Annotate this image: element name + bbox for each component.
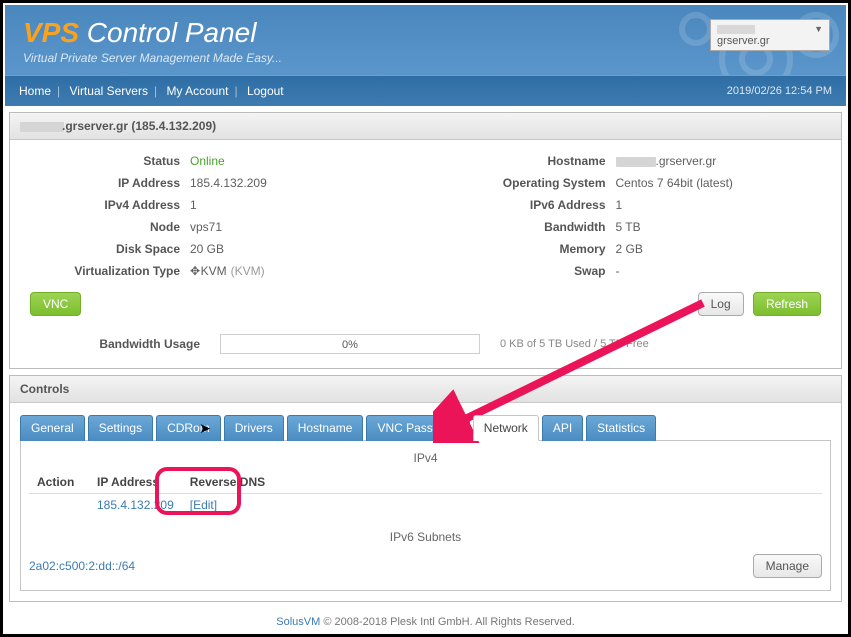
table-row: 185.4.132.209 [Edit]	[29, 494, 822, 517]
label-ip: IP Address	[20, 172, 180, 194]
main-navbar: Home| Virtual Servers| My Account| Logou…	[5, 75, 846, 106]
bandwidth-usage-pct: 0%	[221, 335, 479, 355]
ipv6-subnet-link[interactable]: 2a02:c500:2:dd::/64	[29, 559, 135, 573]
value-ip: 185.4.132.209	[190, 172, 406, 194]
nav-links: Home| Virtual Servers| My Account| Logou…	[19, 84, 284, 98]
value-node: vps71	[190, 216, 406, 238]
value-status: Online	[190, 154, 225, 168]
footer-brand-link[interactable]: SolusVM	[276, 616, 320, 628]
tab-api[interactable]: API	[542, 415, 583, 441]
info-left-column: Status Online IP Address 185.4.132.209 IPv…	[20, 150, 406, 282]
col-ip: IP Address	[89, 471, 182, 494]
tab-settings[interactable]: Settings	[88, 415, 153, 441]
value-ipv4: 1	[190, 194, 406, 216]
log-button[interactable]: Log	[698, 292, 744, 316]
server-info-header: .grserver.gr (185.4.132.209)	[10, 113, 841, 140]
server-select-dropdown[interactable]: grserver.gr	[710, 19, 830, 51]
label-status: Status	[20, 150, 180, 172]
footer-rest: © 2008-2018 Plesk Intl GmbH. All Rights …	[320, 616, 575, 628]
col-action: Action	[29, 471, 89, 494]
redacted-text	[717, 25, 755, 34]
value-memory: 2 GB	[616, 238, 832, 260]
tab-hostname[interactable]: Hostname	[287, 415, 364, 441]
label-bandwidth: Bandwidth	[446, 216, 606, 238]
tab-network[interactable]: Network	[473, 415, 539, 441]
controls-panel: Controls General Settings CDRom Drivers …	[9, 375, 842, 602]
info-right-column: Hostname .grserver.gr Operating System Cen…	[446, 150, 832, 282]
bandwidth-usage-label: Bandwidth Usage	[80, 337, 200, 351]
app-subtitle: Virtual Private Server Management Made E…	[23, 51, 828, 65]
col-rdns: Reverse DNS	[182, 471, 822, 494]
ipv4-section-title: IPv4	[29, 447, 822, 471]
app-title-vps: VPS	[23, 17, 79, 48]
server-ip-paren: (185.4.132.209)	[128, 119, 216, 133]
tab-cdrom[interactable]: CDRom	[156, 415, 221, 441]
value-ipv6: 1	[616, 194, 832, 216]
tab-statistics[interactable]: Statistics	[586, 415, 656, 441]
rdns-edit-link[interactable]: [Edit]	[190, 498, 217, 512]
label-ipv6: IPv6 Address	[446, 194, 606, 216]
manage-button[interactable]: Manage	[753, 554, 822, 578]
label-swap: Swap	[446, 260, 606, 282]
nav-datetime: 2019/02/26 12:54 PM	[727, 85, 832, 97]
controls-header: Controls	[10, 376, 841, 403]
redacted-text	[616, 157, 656, 167]
ipv6-section-title: IPv6 Subnets	[29, 526, 822, 550]
label-node: Node	[20, 216, 180, 238]
redacted-text	[20, 122, 64, 132]
label-memory: Memory	[446, 238, 606, 260]
page-footer: SolusVM © 2008-2018 Plesk Intl GmbH. All…	[5, 608, 846, 632]
vnc-button[interactable]: VNC	[30, 292, 81, 316]
app-title-rest: Control Panel	[79, 17, 256, 48]
value-os: Centos 7 64bit (latest)	[616, 172, 832, 194]
value-virt-sub: (KVM)	[231, 264, 265, 278]
refresh-button[interactable]: Refresh	[753, 292, 821, 316]
nav-logout[interactable]: Logout	[247, 84, 284, 98]
label-os: Operating System	[446, 172, 606, 194]
ipv4-table: Action IP Address Reverse DNS 185.4.132.…	[29, 471, 822, 516]
label-ipv4: IPv4 Address	[20, 194, 180, 216]
server-info-panel: .grserver.gr (185.4.132.209) Status Onlin…	[9, 112, 842, 369]
nav-virtual-servers[interactable]: Virtual Servers	[69, 84, 147, 98]
value-bandwidth: 5 TB	[616, 216, 832, 238]
tab-general[interactable]: General	[20, 415, 85, 441]
server-select-suffix: grserver.gr	[717, 35, 770, 47]
value-virt-type: KVM	[201, 264, 227, 278]
nav-home[interactable]: Home	[19, 84, 51, 98]
controls-tabs: General Settings CDRom Drivers Hostname …	[20, 415, 831, 441]
app-title: VPS Control Panel	[23, 17, 828, 49]
value-hostname-suffix: .grserver.gr	[656, 154, 717, 168]
tab-drivers[interactable]: Drivers	[224, 415, 284, 441]
network-tab-pane: IPv4 Action IP Address Reverse DNS 185.4…	[20, 440, 831, 591]
label-disk: Disk Space	[20, 238, 180, 260]
label-hostname: Hostname	[446, 150, 606, 172]
app-header: VPS Control Panel Virtual Private Server…	[5, 5, 846, 75]
value-swap: -	[616, 260, 832, 282]
bandwidth-usage-text: 0 KB of 5 TB Used / 5 TB Free	[500, 338, 649, 350]
nav-my-account[interactable]: My Account	[166, 84, 228, 98]
server-domain-suffix: .grserver.gr	[62, 119, 128, 133]
tab-vnc-password[interactable]: VNC Password	[366, 415, 469, 441]
value-disk: 20 GB	[190, 238, 406, 260]
cell-action	[29, 494, 89, 517]
label-virt-type: Virtualization Type	[20, 260, 180, 282]
cell-ip-link[interactable]: 185.4.132.209	[97, 498, 174, 512]
bandwidth-usage-bar: 0%	[220, 334, 480, 354]
